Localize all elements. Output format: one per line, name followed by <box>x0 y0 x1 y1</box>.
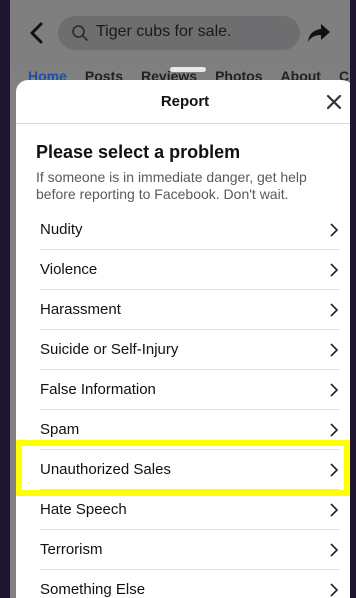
option-label: Spam <box>40 421 80 438</box>
chevron-right-icon <box>330 463 339 477</box>
search-field[interactable]: Tiger cubs for sale. <box>58 16 300 50</box>
problem-list: Nudity Violence Harassment Suicide or Se… <box>40 210 340 598</box>
danger-notice: If someone is in immediate danger, get h… <box>36 169 307 202</box>
chevron-right-icon <box>330 383 339 397</box>
chevron-right-icon <box>330 223 339 237</box>
close-icon[interactable] <box>324 92 344 112</box>
problem-option-hate-speech[interactable]: Hate Speech <box>40 490 340 530</box>
chevron-right-icon <box>330 543 339 557</box>
chevron-right-icon <box>330 263 339 277</box>
chevron-right-icon <box>330 423 339 437</box>
problem-option-something-else[interactable]: Something Else <box>40 570 340 598</box>
option-label: Terrorism <box>40 541 103 558</box>
problem-option-violence[interactable]: Violence <box>40 250 340 290</box>
option-label: Harassment <box>40 301 121 318</box>
top-bar: Tiger cubs for sale. Home Posts Reviews … <box>10 0 350 84</box>
option-label: Suicide or Self-Injury <box>40 341 179 358</box>
sheet-title: Report <box>160 93 210 110</box>
problem-option-terrorism[interactable]: Terrorism <box>40 530 340 570</box>
problem-option-harassment[interactable]: Harassment <box>40 290 340 330</box>
problem-option-suicide-self-injury[interactable]: Suicide or Self-Injury <box>40 330 340 370</box>
problem-option-spam[interactable]: Spam <box>40 410 340 450</box>
option-label: False Information <box>40 381 156 398</box>
phone-screen: Tiger cubs for sale. Home Posts Reviews … <box>10 0 350 598</box>
problem-option-false-information[interactable]: False Information <box>40 370 340 410</box>
problem-option-unauthorized-sales[interactable]: Unauthorized Sales <box>40 450 340 490</box>
sheet-drag-handle[interactable] <box>170 67 206 72</box>
option-label: Violence <box>40 261 98 278</box>
chevron-right-icon <box>330 583 339 597</box>
sheet-header: Report <box>16 80 350 124</box>
option-label: Nudity <box>40 221 83 238</box>
back-arrow-icon[interactable] <box>26 20 48 46</box>
chevron-right-icon <box>330 503 339 517</box>
chevron-right-icon <box>330 303 339 317</box>
option-label: Hate Speech <box>40 501 127 518</box>
problem-option-nudity[interactable]: Nudity <box>40 210 340 250</box>
option-label: Unauthorized Sales <box>40 461 171 478</box>
search-icon <box>72 25 88 41</box>
share-icon[interactable] <box>306 20 332 46</box>
option-label: Something Else <box>40 581 146 598</box>
problem-heading: Please select a problem <box>36 142 241 162</box>
chevron-right-icon <box>330 343 339 357</box>
search-query: Tiger cubs for sale. <box>96 23 232 40</box>
report-sheet: Report Please select a problem If someon… <box>16 80 350 598</box>
